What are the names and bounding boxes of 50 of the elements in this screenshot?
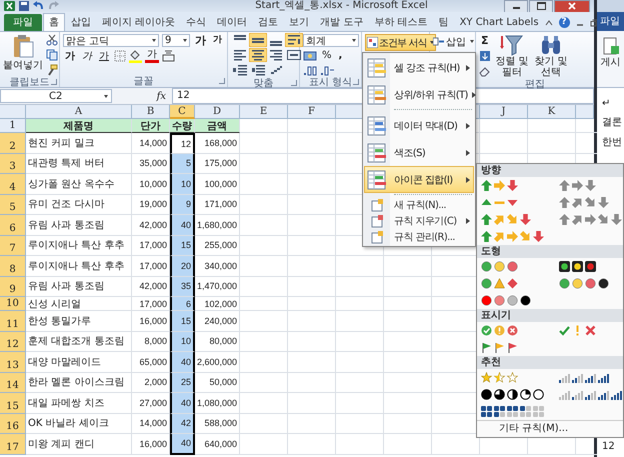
section-heading: 추천 (477, 356, 623, 369)
column-title: 제품명 (26, 119, 132, 133)
table-cell: 171,000 (195, 194, 240, 215)
table-cell: 1,080,000 (195, 393, 240, 414)
table-cell: 유미 건조 다시마 (26, 194, 132, 215)
table-cell: 168,000 (195, 133, 240, 154)
section-heading: 방향 (477, 164, 623, 177)
table-cell: 미왕 계피 캔디 (26, 434, 132, 454)
table-cell: 유림 사과 통조림 (26, 276, 132, 297)
document-text: ↵ (602, 98, 612, 109)
table-cell: 50,000 (195, 372, 240, 393)
section-heading: 도형 (477, 245, 623, 258)
group-label: 표시 형식 (308, 76, 352, 89)
table-cell: 1,470,000 (195, 276, 240, 297)
group-label: 맞춤 (254, 77, 274, 90)
section-heading: 표시기 (477, 309, 623, 322)
table-cell: 80,000 (195, 332, 240, 352)
column-title: 금액 (195, 119, 240, 133)
table-cell: 340,000 (195, 256, 240, 276)
column-title: 단가 (132, 119, 170, 133)
column-title: 수량 (170, 119, 195, 133)
document-text: 12 (602, 441, 616, 452)
table-cell: 175,000 (195, 154, 240, 174)
table-cell: 한라 멜론 아이스크림 (26, 372, 132, 393)
table-cell: 대일 파메쌍 치즈 (26, 393, 132, 414)
group-label: 클립보드 (10, 76, 50, 89)
group-label: 글꼴 (134, 75, 154, 88)
table-cell: 2,600,000 (195, 352, 240, 372)
table-cell: 640,000 (195, 434, 240, 454)
table-cell: 255,000 (195, 236, 240, 256)
document-text: 결론 (602, 116, 623, 129)
table-cell: 1,680,000 (195, 215, 240, 236)
table-cell: 100,000 (195, 174, 240, 194)
group-label: 편집 (525, 78, 545, 91)
table-cell: 훈제 대합조개 통조림 (26, 332, 132, 352)
table-cell: 한성 통밀가루 (26, 311, 132, 332)
table-cell: 240,000 (195, 311, 240, 332)
table-cell: 루이지애나 특산 후추 (26, 236, 132, 256)
table-cell: 싱가폴 원산 옥수수 (26, 174, 132, 194)
table-cell: 대관령 특제 버터 (26, 154, 132, 174)
document-text: 한번 (602, 136, 623, 149)
table-cell: 현진 커피 밀크 (26, 133, 132, 154)
table-cell: 유림 사과 통조림 (26, 215, 132, 236)
table-cell: 588,000 (195, 414, 240, 434)
table-cell: OK 바닐라 셰이크 (26, 414, 132, 434)
table-cell: 루이지애나 특산 후추 (26, 256, 132, 276)
table-cell: 102,000 (195, 297, 240, 311)
window-title: Start_엑셀_통.xlsx - Microsoft Excel (254, 0, 429, 12)
table-cell: 대양 마말레이드 (26, 352, 132, 372)
table-cell: 신성 시리얼 (26, 297, 132, 311)
